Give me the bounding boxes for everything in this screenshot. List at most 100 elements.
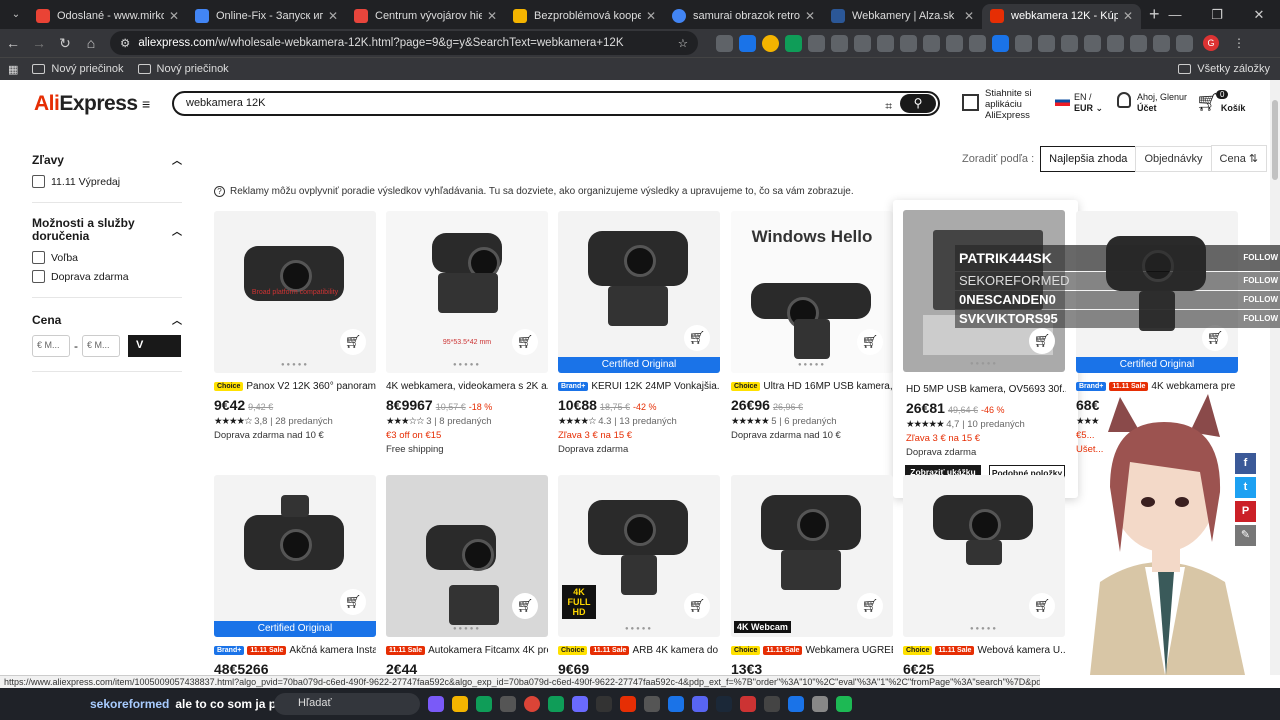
- browser-tab-active[interactable]: webkamera 12K - Kúpte si webka ✕: [982, 3, 1141, 29]
- product-title[interactable]: Akčná kamera Insta36...: [289, 645, 376, 656]
- product-image[interactable]: 95*53.5*42 mm 🛒︎ ●●●●●: [386, 211, 548, 373]
- product-title[interactable]: 4K webkamera pre PC...: [1151, 381, 1238, 392]
- product-title[interactable]: KERUI 12K 24MP Vonkajšia...: [591, 381, 720, 392]
- discord-icon[interactable]: [692, 696, 708, 712]
- extension-icon[interactable]: [785, 34, 802, 52]
- product-image[interactable]: 4K FULL HD 🛒︎ ●●●●●: [558, 475, 720, 637]
- edit-icon[interactable]: ✎: [1235, 525, 1256, 546]
- app-icon[interactable]: [644, 696, 660, 712]
- product-card[interactable]: 🛒︎ Certified Original Brand+ KERUI 12K 24M…: [558, 211, 720, 455]
- sort-orders[interactable]: Objednávky: [1135, 145, 1212, 172]
- close-tab-icon[interactable]: ✕: [169, 9, 179, 23]
- add-to-cart-icon[interactable]: 🛒︎: [857, 593, 883, 619]
- aliexpress-logo[interactable]: AliExpress: [34, 92, 138, 116]
- close-window-icon[interactable]: ✕: [1238, 0, 1280, 29]
- add-to-cart-icon[interactable]: 🛒︎: [857, 329, 883, 355]
- language-currency-selector[interactable]: EN / EUR ⌄: [1055, 92, 1103, 114]
- bookmark-folder[interactable]: Nový priečinok: [137, 63, 229, 75]
- close-tab-icon[interactable]: ✕: [646, 9, 656, 23]
- filter-choice[interactable]: Voľba: [32, 251, 182, 264]
- price-apply-button[interactable]: V: [128, 335, 181, 357]
- extension-icon[interactable]: [1130, 34, 1147, 52]
- twitter-icon[interactable]: t: [1235, 477, 1256, 498]
- add-to-cart-icon[interactable]: 🛒︎: [340, 329, 366, 355]
- question-icon[interactable]: ?: [214, 186, 225, 197]
- extension-icon[interactable]: [900, 34, 917, 52]
- checkbox[interactable]: [32, 270, 45, 283]
- product-title[interactable]: Autokamera Fitcamx 4K pre ...: [428, 645, 548, 656]
- sort-best-match[interactable]: Najlepšia zhoda: [1040, 145, 1137, 172]
- image-search-icon[interactable]: ⌗: [885, 96, 892, 117]
- menu-dots-icon[interactable]: ⋮: [1233, 36, 1245, 50]
- add-to-cart-icon[interactable]: 🛒︎: [512, 593, 538, 619]
- extension-icon[interactable]: [739, 34, 756, 52]
- add-to-cart-icon[interactable]: 🛒︎: [684, 593, 710, 619]
- product-card[interactable]: Windows Hello 🛒︎ ●●●●● Choice Ultra HD 16MP…: [731, 211, 893, 441]
- browser-tab[interactable]: Online-Fix - Запуск игр по сети ✕: [187, 4, 346, 29]
- app-icon[interactable]: [668, 696, 684, 712]
- filter-deals-header[interactable]: Zľavy ︿: [32, 152, 182, 168]
- product-card[interactable]: 🛒︎ Certified Original Brand+ 11.11 Sale Akč…: [214, 475, 376, 675]
- product-image[interactable]: Windows Hello 🛒︎ ●●●●●: [731, 211, 893, 373]
- extension-icon[interactable]: [1176, 34, 1193, 52]
- browser-tab[interactable]: Webkamery | Alza.sk ✕: [823, 4, 982, 29]
- browser-tab[interactable]: Bezproblémová kooperácia (Ele ✕: [505, 4, 664, 29]
- edge-icon[interactable]: [476, 696, 492, 712]
- add-to-cart-icon[interactable]: 🛒︎: [1029, 328, 1055, 354]
- extension-icon[interactable]: [1061, 34, 1078, 52]
- chrome-icon[interactable]: [524, 696, 540, 712]
- close-tab-icon[interactable]: ✕: [328, 9, 338, 23]
- add-to-cart-icon[interactable]: 🛒︎: [340, 589, 366, 615]
- extension-icon[interactable]: [1015, 34, 1032, 52]
- app-icon[interactable]: [500, 696, 516, 712]
- extension-icon[interactable]: [808, 34, 825, 52]
- price-min-input[interactable]: € M...: [32, 335, 70, 357]
- browser-tab[interactable]: Centrum vývojárov hier podobných ✕: [346, 4, 505, 29]
- cart-button[interactable]: 🛒︎ 0 Košík: [1196, 90, 1245, 113]
- browser-tab[interactable]: Odoslané - www.mirkomali1234 ✕: [28, 4, 187, 29]
- product-image[interactable]: Broad platform compatibility 🛒︎ ●●●●●: [214, 211, 376, 373]
- minimize-icon[interactable]: —: [1154, 0, 1196, 29]
- browser-tab[interactable]: samurai obrazok retro - Hľadať ✕: [664, 4, 823, 29]
- close-tab-icon[interactable]: ✕: [487, 9, 497, 23]
- extension-icon[interactable]: [923, 34, 940, 52]
- reload-icon[interactable]: ↻: [52, 35, 78, 52]
- product-card[interactable]: 🛒︎ ●●●●● 11.11 Sale Autokamera Fitcamx 4K …: [386, 475, 548, 675]
- product-card[interactable]: 95*53.5*42 mm 🛒︎ ●●●●● 4K webkamera, video…: [386, 211, 548, 455]
- product-title[interactable]: 4K webkamera, videokamera s 2K a...: [386, 381, 548, 392]
- close-tab-icon[interactable]: ✕: [805, 9, 815, 23]
- search-button[interactable]: ⚲: [900, 94, 936, 113]
- product-image[interactable]: 4K Webcam 🛒︎: [731, 475, 893, 637]
- hamburger-menu-icon[interactable]: ≡: [142, 96, 150, 112]
- file-explorer-icon[interactable]: [452, 696, 468, 712]
- profile-avatar[interactable]: G: [1203, 35, 1219, 51]
- tab-search-button[interactable]: ⌄: [4, 9, 28, 20]
- app-icon[interactable]: [812, 696, 828, 712]
- spotify-icon[interactable]: [836, 696, 852, 712]
- product-card[interactable]: 4K Webcam 🛒︎ Choice 11.11 Sale Webkamera UG…: [731, 475, 893, 675]
- account-menu[interactable]: Ahoj, Glenur Účet: [1117, 92, 1187, 114]
- checkbox[interactable]: [32, 251, 45, 264]
- app-icon[interactable]: [788, 696, 804, 712]
- product-title[interactable]: ARB 4K kamera do aut...: [632, 645, 720, 656]
- filter-services-header[interactable]: Možnosti a služby doručenia ︿: [32, 217, 182, 243]
- search-input[interactable]: webkamera 12K ⌗ ⚲: [172, 91, 940, 116]
- steam-icon[interactable]: [716, 696, 732, 712]
- restore-icon[interactable]: ❐: [1196, 0, 1238, 29]
- extension-icon[interactable]: [969, 34, 986, 52]
- apps-grid-icon[interactable]: ▦: [8, 63, 18, 76]
- extension-icon[interactable]: [716, 34, 733, 52]
- product-image[interactable]: 🛒︎ Certified Original: [214, 475, 376, 637]
- app-icon[interactable]: [764, 696, 780, 712]
- extension-icon[interactable]: [946, 34, 963, 52]
- site-info-icon[interactable]: ⚙: [120, 36, 130, 50]
- app-icon[interactable]: [572, 696, 588, 712]
- add-to-cart-icon[interactable]: 🛒︎: [512, 329, 538, 355]
- price-max-input[interactable]: € M...: [82, 335, 120, 357]
- all-bookmarks[interactable]: Všetky záložky: [1178, 63, 1270, 75]
- extension-icon[interactable]: [854, 34, 871, 52]
- sort-price[interactable]: Cena ⇅: [1210, 145, 1268, 172]
- pinterest-icon[interactable]: P: [1235, 501, 1256, 522]
- extension-icon[interactable]: [762, 34, 779, 52]
- product-image[interactable]: 🛒︎ Certified Original: [558, 211, 720, 373]
